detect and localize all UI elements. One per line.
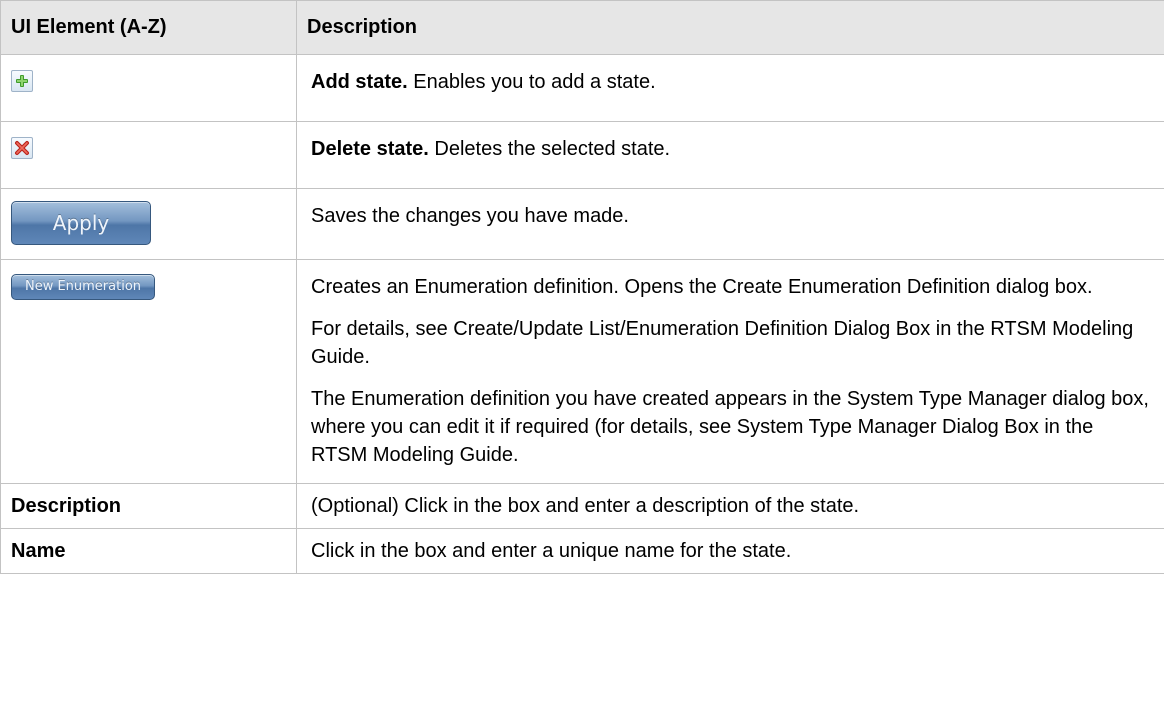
table-row-apply: Apply Saves the changes you have made.	[0, 188, 1164, 260]
row-text: Enables you to add a state.	[407, 71, 656, 93]
table-row-new-enumeration: New Enumeration Creates an Enumeration d…	[0, 259, 1164, 484]
column-header-description: Description	[296, 0, 1164, 55]
row-description: Delete state. Deletes the selected state…	[311, 135, 1150, 163]
new-enumeration-button[interactable]: New Enumeration	[11, 274, 155, 300]
paragraph: The Enumeration definition you have crea…	[311, 388, 1149, 466]
paragraph: Creates an Enumeration definition. Opens…	[311, 276, 1093, 298]
element-label: Name	[0, 528, 297, 574]
table-row-delete-state: Delete state. Deletes the selected state…	[0, 121, 1164, 189]
ui-elements-table: UI Element (A-Z) Description Add state. …	[0, 0, 1164, 574]
table-row-add-state: Add state. Enables you to add a state.	[0, 54, 1164, 122]
delete-icon[interactable]	[11, 137, 33, 159]
description-cell: Click in the box and enter a unique name…	[296, 528, 1164, 574]
description-cell: (Optional) Click in the box and enter a …	[296, 483, 1164, 529]
row-text: Saves the changes you have made.	[311, 205, 629, 227]
table-header-row: UI Element (A-Z) Description	[0, 0, 1164, 55]
add-icon[interactable]	[11, 70, 33, 92]
row-description: Add state. Enables you to add a state.	[311, 68, 1150, 96]
element-cell: New Enumeration	[0, 259, 297, 484]
row-label: Add state.	[311, 71, 408, 93]
element-label: Description	[0, 483, 297, 529]
row-text: (Optional) Click in the box and enter a …	[311, 495, 860, 517]
table-row-name: Name Click in the box and enter a unique…	[0, 528, 1164, 574]
row-label: Delete state.	[311, 138, 429, 160]
description-cell: Delete state. Deletes the selected state…	[296, 121, 1164, 189]
description-cell: Saves the changes you have made.	[296, 188, 1164, 260]
element-cell	[0, 121, 297, 189]
description-cell: Add state. Enables you to add a state.	[296, 54, 1164, 122]
paragraph: For details, see Create/Update List/Enum…	[311, 318, 1134, 368]
element-cell	[0, 54, 297, 122]
table-row-description: Description (Optional) Click in the box …	[0, 483, 1164, 529]
element-cell: Apply	[0, 188, 297, 260]
row-text: Deletes the selected state.	[428, 138, 671, 160]
column-header-ui-element: UI Element (A-Z)	[0, 0, 297, 55]
row-text: Click in the box and enter a unique name…	[311, 540, 792, 562]
description-cell: Creates an Enumeration definition. Opens…	[296, 259, 1164, 484]
apply-button[interactable]: Apply	[11, 201, 151, 245]
